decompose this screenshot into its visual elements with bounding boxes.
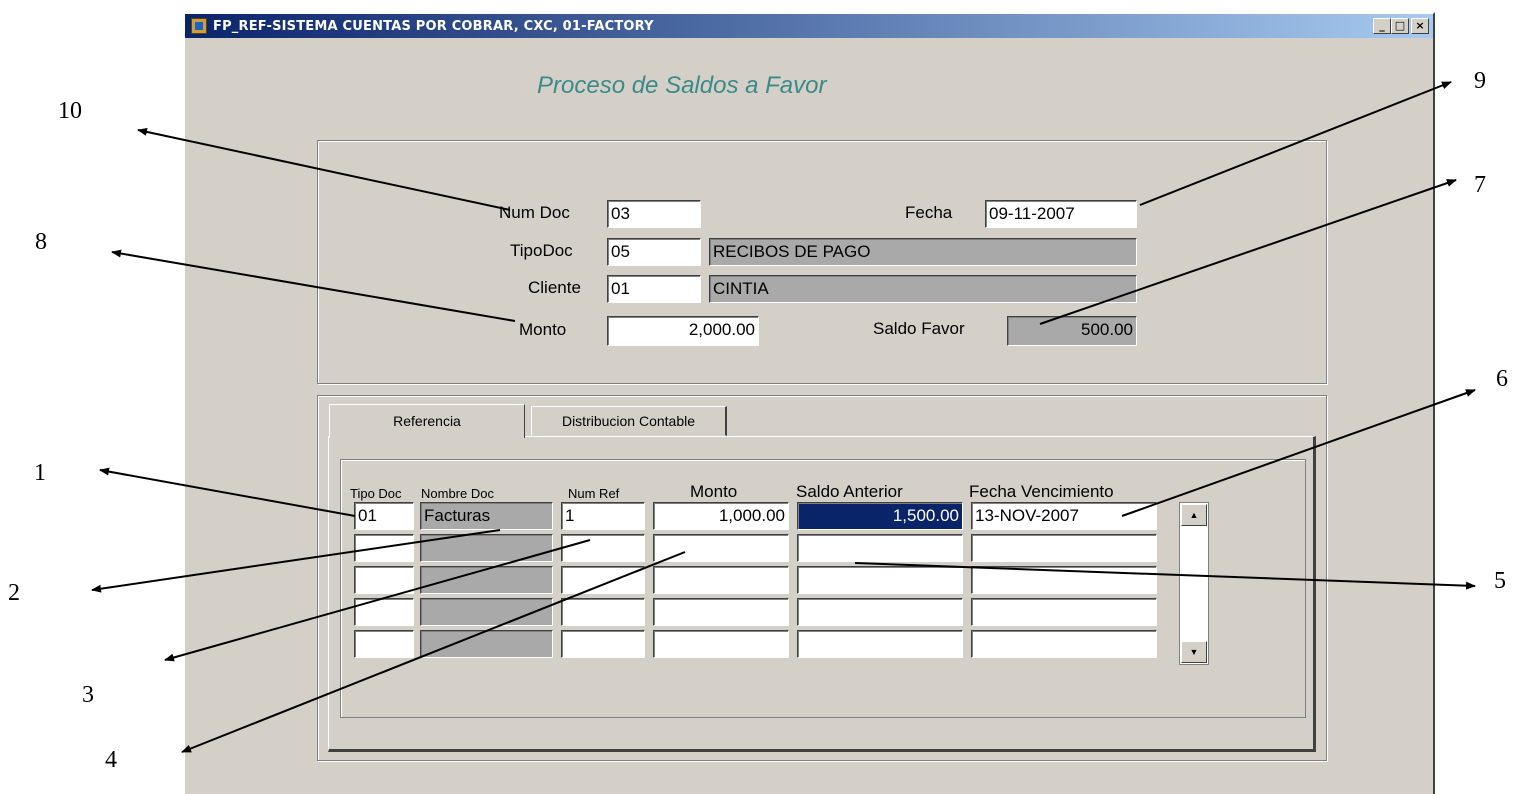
arrow-7: [1039, 179, 1457, 325]
arrow-3: [164, 539, 591, 662]
arrow-4: [181, 551, 686, 753]
arrow-6: [1121, 389, 1476, 517]
arrow-9: [1139, 81, 1452, 206]
arrow-10: [137, 127, 511, 211]
annotation-arrows: [91, 81, 1476, 753]
arrow-2: [91, 529, 501, 593]
arrow-8: [111, 249, 516, 322]
arrow-5: [854, 562, 1476, 590]
arrow-1: [99, 467, 356, 517]
